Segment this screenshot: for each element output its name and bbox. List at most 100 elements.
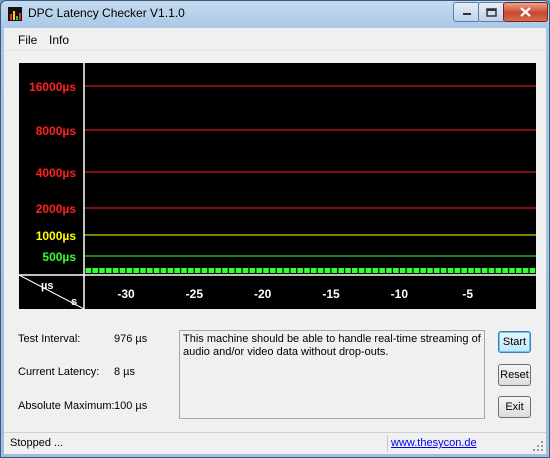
latency-bar [249, 268, 256, 273]
latency-bar [311, 268, 317, 273]
y-tick-label: 500µs [42, 250, 76, 264]
latency-bar [372, 268, 379, 273]
window-title: DPC Latency Checker V1.1.0 [28, 6, 185, 20]
current-latency-value: 8 µs [114, 366, 136, 378]
latency-bar [427, 268, 433, 273]
app-icon [8, 7, 22, 21]
resize-grip-icon[interactable] [532, 440, 544, 452]
absolute-maximum-label: Absolute Maximum: [18, 400, 115, 412]
latency-bar [99, 268, 105, 273]
x-tick-label: -20 [254, 287, 272, 301]
latency-bar [222, 268, 228, 273]
title-bar[interactable]: DPC Latency Checker V1.1.0 [1, 1, 549, 27]
latency-chart-svg: 16000µs8000µs4000µs2000µs1000µs500µs µs … [19, 63, 536, 309]
test-interval-value: 976 µs [114, 333, 148, 345]
latency-bar [495, 268, 502, 273]
x-tick-label: -30 [117, 287, 135, 301]
latency-bar [85, 268, 92, 273]
latency-bar [160, 268, 167, 273]
latency-bar [297, 268, 303, 273]
y-tick-label: 1000µs [36, 229, 77, 243]
menu-file[interactable]: File [18, 33, 37, 47]
latency-bar [153, 268, 160, 273]
latency-bar [263, 268, 269, 273]
x-tick-label: -15 [322, 287, 340, 301]
minimize-icon [462, 13, 471, 15]
latency-bar [208, 268, 215, 273]
latency-bar [509, 268, 515, 273]
latency-bar [379, 268, 385, 273]
latency-bar [365, 268, 372, 273]
latency-bar [488, 268, 495, 273]
status-message-box: This machine should be able to handle re… [179, 330, 485, 419]
x-tick-label: -10 [391, 287, 409, 301]
absolute-maximum-value: 100 µs [114, 400, 148, 412]
latency-bar [522, 268, 529, 273]
status-text: Stopped ... [10, 437, 64, 449]
latency-bar [461, 268, 467, 273]
latency-bar [352, 268, 358, 273]
latency-bar [420, 268, 426, 273]
latency-bar [529, 268, 536, 273]
website-link[interactable]: www.thesycon.de [391, 437, 477, 449]
latency-bar [242, 268, 249, 273]
latency-bar [283, 268, 290, 273]
latency-bar [502, 268, 508, 273]
maximize-icon [486, 7, 497, 17]
latency-bar [119, 268, 126, 273]
menu-bar: File Info [4, 28, 546, 51]
menu-info[interactable]: Info [49, 33, 69, 47]
test-interval-label: Test Interval: [18, 333, 81, 345]
latency-bar [386, 268, 392, 273]
latency-bar [167, 268, 174, 273]
latency-bar [112, 268, 119, 273]
latency-bar [92, 268, 98, 273]
close-icon [520, 7, 531, 17]
x-tick-label: -25 [186, 287, 204, 301]
latency-bar [235, 268, 242, 273]
start-button[interactable]: Start [498, 331, 531, 353]
latency-bar [454, 268, 461, 273]
latency-bar [229, 268, 235, 273]
latency-bar [345, 268, 351, 273]
latency-bar [174, 268, 180, 273]
latency-bar [304, 268, 310, 273]
latency-bar [276, 268, 283, 273]
latency-bar [317, 268, 324, 273]
latency-bar [393, 268, 399, 273]
latency-bar [434, 268, 440, 273]
latency-bar [147, 268, 153, 273]
latency-bar [475, 268, 481, 273]
status-separator [387, 435, 388, 452]
latency-bar [126, 268, 133, 273]
latency-bar [290, 268, 297, 273]
client-area: File Info 16000µs 8000µs 4000µs 2000µs 1000µ… [4, 28, 546, 454]
latency-bar [201, 268, 208, 273]
latency-chart: 16000µs 8000µs 4000µs 2000µs 1000µs 500µs µs … [19, 63, 536, 309]
latency-bar [194, 268, 201, 273]
close-button[interactable] [503, 2, 548, 22]
exit-button[interactable]: Exit [498, 396, 531, 418]
latency-bar [447, 268, 454, 273]
reset-button[interactable]: Reset [498, 364, 531, 386]
y-tick-label: 8000µs [36, 124, 77, 138]
maximize-button[interactable] [478, 2, 505, 22]
latency-bar [358, 268, 365, 273]
minimize-button[interactable] [453, 2, 480, 22]
latency-bar [481, 268, 488, 273]
latency-bar [399, 268, 406, 273]
latency-bar [413, 268, 420, 273]
app-window: DPC Latency Checker V1.1.0 File Info 160… [0, 0, 550, 458]
y-tick-label: 4000µs [36, 166, 77, 180]
latency-bar [331, 268, 338, 273]
y-tick-label: 2000µs [36, 202, 77, 216]
latency-bar [188, 268, 194, 273]
latency-bar [440, 268, 447, 273]
status-bar: Stopped ... www.thesycon.de [4, 432, 546, 454]
latency-bar [140, 268, 146, 273]
latency-bar [406, 268, 413, 273]
y-unit-label: µs [41, 280, 53, 292]
latency-bar [270, 268, 276, 273]
latency-bar [215, 268, 221, 273]
latency-bar [338, 268, 344, 273]
